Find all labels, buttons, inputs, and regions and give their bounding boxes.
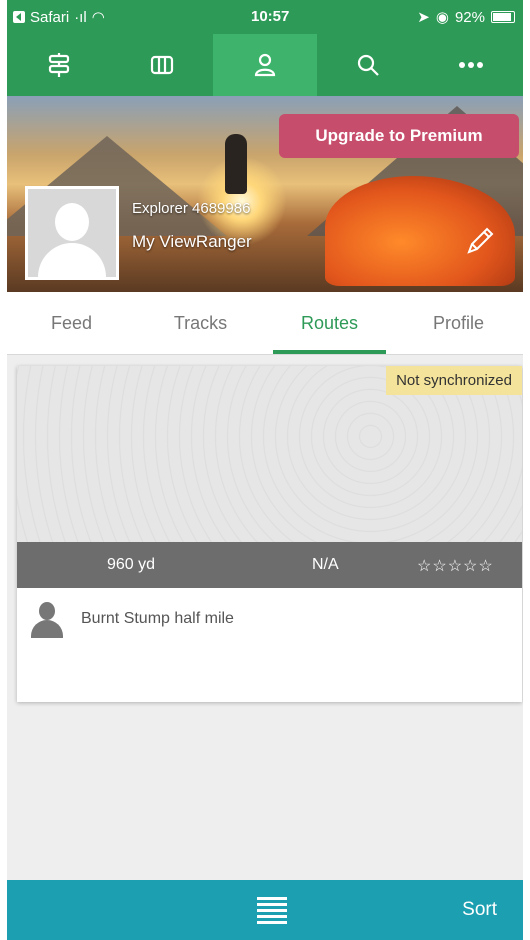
profile-tabs: Feed Tracks Routes Profile	[7, 292, 523, 355]
avatar-body	[38, 243, 106, 277]
nav-map[interactable]	[110, 34, 213, 96]
edit-pencil-icon[interactable]	[463, 224, 497, 258]
nav-more[interactable]	[420, 34, 523, 96]
status-time: 10:57	[251, 8, 290, 25]
tab-tracks[interactable]: Tracks	[136, 292, 265, 354]
status-right: ➤ ◉ 92%	[417, 8, 515, 26]
top-bar: Safari ·ıl ◠ 10:57 ➤ ◉ 92%	[7, 0, 523, 96]
back-to-app-icon[interactable]	[13, 11, 25, 23]
profile-subtitle: My ViewRanger	[132, 232, 252, 251]
route-stats-bar: 960 yd N/A ☆☆☆☆☆	[17, 542, 522, 588]
upgrade-premium-button[interactable]: Upgrade to Premium	[279, 114, 519, 158]
tab-profile[interactable]: Profile	[394, 292, 523, 354]
back-app-label[interactable]: Safari	[30, 9, 69, 26]
battery-percent: 92%	[454, 8, 485, 26]
map-icon	[150, 55, 173, 75]
bottom-toolbar: Sort	[7, 880, 523, 940]
profile-hero-banner: Upgrade to Premium Explorer 4689986 My V…	[7, 96, 523, 292]
tab-routes[interactable]: Routes	[265, 292, 394, 354]
tab-feed[interactable]: Feed	[7, 292, 136, 354]
user-icon	[31, 602, 63, 638]
sort-button[interactable]: Sort	[456, 898, 503, 922]
nav-profile[interactable]	[213, 34, 317, 96]
main-nav	[7, 34, 523, 96]
avatar[interactable]	[25, 186, 119, 280]
explorer-name: Explorer 4689986	[132, 200, 251, 217]
list-icon[interactable]	[257, 897, 287, 924]
profile-icon	[254, 53, 276, 77]
sync-status-badge: Not synchronized	[386, 366, 522, 395]
search-icon	[358, 54, 379, 76]
hiker-silhouette	[225, 134, 247, 194]
status-bar: Safari ·ıl ◠ 10:57 ➤ ◉ 92%	[7, 0, 523, 32]
route-rating-stars: ☆☆☆☆☆	[417, 558, 494, 575]
battery-icon	[491, 11, 515, 23]
route-card[interactable]: Not synchronized 960 yd N/A ☆☆☆☆☆ Burnt …	[17, 366, 522, 702]
app-frame: Safari ·ıl ◠ 10:57 ➤ ◉ 92% Upgrade to Pr…	[7, 0, 523, 940]
avatar-head	[55, 203, 89, 241]
nav-routes[interactable]	[7, 34, 110, 96]
route-name: Burnt Stump half mile	[81, 610, 234, 627]
route-info-row: Burnt Stump half mile	[17, 588, 522, 652]
route-difficulty: N/A	[312, 556, 339, 573]
wifi-icon: ◠	[91, 9, 105, 26]
more-icon	[459, 62, 484, 68]
status-left: Safari ·ıl ◠	[13, 8, 105, 26]
location-icon: ➤	[417, 9, 430, 26]
alarm-icon: ◉	[435, 9, 449, 26]
route-distance: 960 yd	[107, 556, 156, 573]
signal-icon: ·ıl	[74, 8, 87, 26]
signpost-icon	[48, 53, 69, 77]
nav-search[interactable]	[317, 34, 420, 96]
